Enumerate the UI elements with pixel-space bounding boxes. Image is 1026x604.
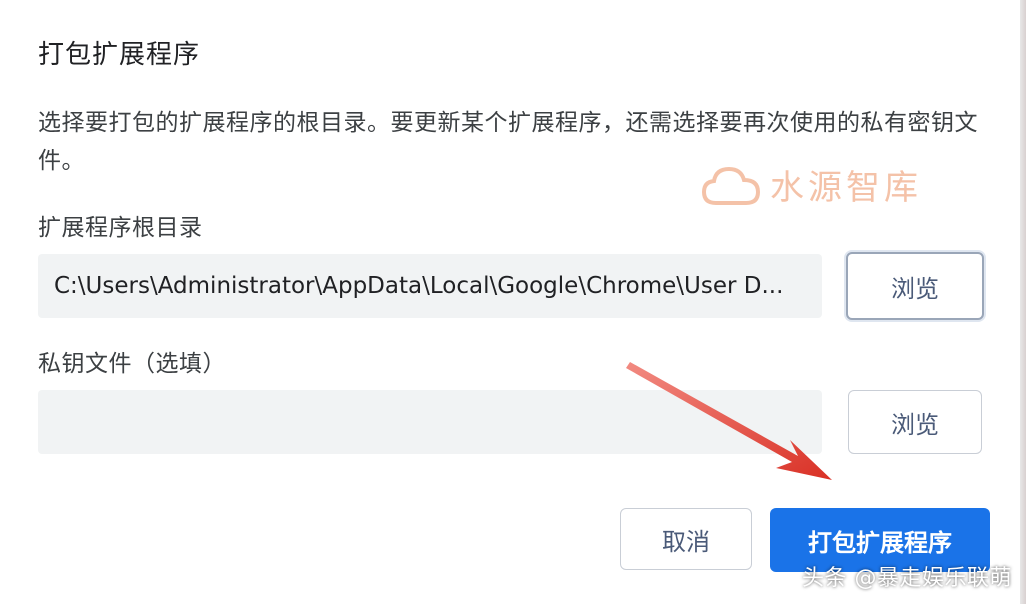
dialog-title: 打包扩展程序 [38,40,201,70]
root-dir-browse-button[interactable]: 浏览 [846,252,984,320]
cancel-button[interactable]: 取消 [620,508,752,570]
pack-extension-dialog: 打包扩展程序 选择要打包的扩展程序的根目录。要更新某个扩展程序，还需选择要再次使… [0,0,1026,604]
watermark: 水源智库 [700,160,922,209]
footer-watermark: 头条 @暴走娱乐联萌 [802,566,1012,591]
private-key-label: 私钥文件（选填） [38,351,226,377]
cloud-icon [701,166,761,205]
dialog-edge [1020,0,1026,604]
root-dir-label: 扩展程序根目录 [38,215,203,241]
private-key-input[interactable] [38,390,822,454]
watermark-text: 水源智库 [770,168,922,208]
root-dir-input[interactable]: C:\Users\Administrator\AppData\Local\Goo… [38,254,822,318]
private-key-browse-button[interactable]: 浏览 [848,390,982,454]
